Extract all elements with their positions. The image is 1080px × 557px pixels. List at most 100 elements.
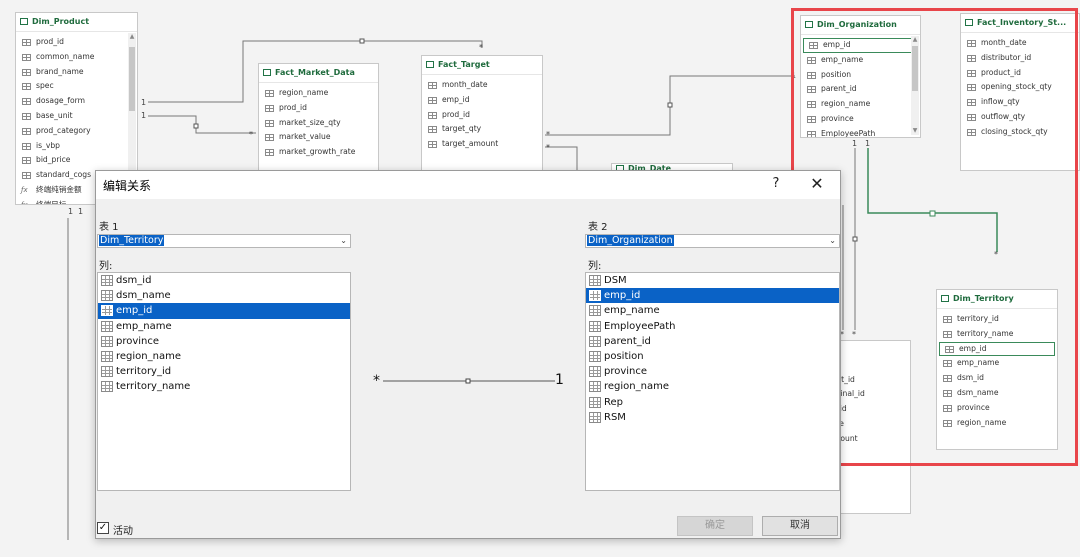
table-field[interactable]: market_value — [259, 130, 378, 145]
column-icon — [428, 111, 437, 119]
field-name: standard_cogs — [36, 170, 92, 180]
column-list-item[interactable]: DSM — [586, 273, 839, 288]
column-icon — [428, 96, 437, 104]
column-list-item[interactable]: province — [98, 334, 350, 349]
field-name: brand_name — [36, 66, 84, 76]
field-name: spec — [36, 81, 54, 91]
column-list-item[interactable]: province — [586, 364, 839, 379]
table1-columns-list[interactable]: dsm_id dsm_name emp_id emp_name province regi… — [97, 272, 351, 491]
table-field[interactable]: common_name — [16, 50, 137, 65]
table-field[interactable]: prod_id — [422, 108, 542, 123]
field-name: 终端目标 — [36, 199, 67, 205]
cardinality-connector — [383, 378, 555, 384]
column-icon — [265, 149, 274, 157]
cardinality-one: 1 — [68, 207, 74, 216]
table-field[interactable]: prod_category — [16, 124, 137, 139]
field-name: prod_id — [36, 37, 64, 46]
chevron-down-icon[interactable]: ⌄ — [829, 235, 836, 247]
column-icon — [589, 290, 601, 302]
column-list-item[interactable]: emp_name — [98, 319, 350, 334]
column-list-item[interactable]: dsm_name — [98, 288, 350, 303]
table-name: Fact_Market_Data — [275, 68, 355, 77]
column-list-item[interactable]: region_name — [586, 379, 839, 394]
table-field[interactable]: region_name — [259, 86, 378, 101]
relationship-line[interactable] — [148, 115, 256, 134]
field-name: emp_id — [442, 94, 470, 104]
table-field[interactable]: month_date — [422, 78, 542, 93]
table2-select[interactable]: Dim_Organization ⌄ — [585, 234, 840, 248]
cancel-button[interactable]: 取消 — [762, 516, 838, 536]
field-name: dosage_form — [36, 96, 86, 106]
relationship-marker — [359, 38, 365, 44]
table-field[interactable]: brand_name — [16, 65, 137, 80]
table-field[interactable]: base_unit — [16, 109, 137, 124]
column-list-item[interactable]: region_name — [98, 349, 350, 364]
table-field[interactable]: market_growth_rate — [259, 145, 378, 160]
scroll-up-icon[interactable]: ▲ — [128, 33, 136, 41]
relationship-marker — [667, 102, 673, 108]
column-name: position — [604, 350, 644, 362]
table2-label: 表 2 — [588, 222, 608, 233]
table-icon — [426, 61, 434, 68]
column-name: RSM — [604, 411, 626, 423]
table-field[interactable]: emp_id — [422, 93, 542, 108]
scroll-thumb[interactable] — [129, 47, 135, 111]
column-icon — [22, 83, 31, 91]
column-list-item[interactable]: EmployeePath — [586, 319, 839, 334]
cardinality-one: 1 — [141, 111, 147, 120]
table-field[interactable]: target_amount — [422, 137, 542, 152]
column-icon — [589, 305, 601, 317]
active-checkbox[interactable]: ✓ — [97, 522, 109, 534]
column-icon — [589, 335, 601, 347]
ok-button[interactable]: 确定 — [677, 516, 753, 536]
cardinality-one: 1 — [141, 98, 147, 107]
column-list-item[interactable]: parent_id — [586, 334, 839, 349]
table-field[interactable]: bid_price — [16, 153, 137, 168]
table-fact-target[interactable]: Fact_Target month_date emp_id prod_id targe… — [421, 55, 543, 173]
column-name: region_name — [116, 350, 181, 362]
model-diagram-canvas[interactable]: 1 1 * * * * 1 1 1 * 1 1 * * Dim_Product … — [0, 0, 1080, 557]
table-field[interactable]: prod_id — [259, 101, 378, 116]
table1-select[interactable]: Dim_Territory ⌄ — [97, 234, 351, 248]
column-list-item[interactable]: emp_name — [586, 303, 839, 318]
column-list-item[interactable]: territory_name — [98, 379, 350, 394]
table-field[interactable]: market_size_qty — [259, 116, 378, 131]
column-list-item[interactable]: emp_id — [98, 303, 350, 319]
column-icon — [265, 119, 274, 127]
table-fact-market-data[interactable]: Fact_Market_Data region_name prod_id marke… — [258, 63, 379, 173]
column-list-item[interactable]: Rep — [586, 395, 839, 410]
table-field[interactable]: spec — [16, 79, 137, 94]
table2-columns-list[interactable]: DSM emp_id emp_name EmployeePath parent_idpo… — [585, 272, 840, 491]
column-icon — [265, 90, 274, 97]
column-icon — [101, 320, 113, 332]
column-list-item[interactable]: position — [586, 349, 839, 364]
field-name: target_qty — [442, 124, 482, 134]
column-icon — [589, 411, 601, 423]
column-name: parent_id — [604, 335, 651, 347]
column-icon — [428, 126, 437, 134]
table-field[interactable]: dosage_form — [16, 94, 137, 109]
column-list-item[interactable]: RSM — [586, 410, 839, 425]
help-icon[interactable]: ? — [769, 176, 783, 192]
relationship-marker — [193, 123, 199, 129]
cardinality-many: * — [249, 130, 253, 139]
column-list-item[interactable]: dsm_id — [98, 273, 350, 288]
measure-icon: ƒx — [21, 200, 28, 205]
column-list-item[interactable]: territory_id — [98, 364, 350, 379]
cardinality-one: 1 — [78, 207, 84, 216]
column-icon — [22, 39, 31, 46]
table-header[interactable]: Fact_Target — [422, 56, 542, 75]
table-field[interactable]: is_vbp — [16, 139, 137, 154]
column-list-item[interactable]: emp_id — [586, 288, 839, 304]
column-icon — [22, 172, 31, 180]
column-icon — [101, 366, 113, 378]
table-header[interactable]: Dim_Product — [16, 13, 137, 32]
table1-value: Dim_Territory — [99, 235, 165, 246]
table-header[interactable]: Fact_Market_Data — [259, 64, 378, 83]
close-icon[interactable]: ✕ — [808, 175, 826, 193]
table-field[interactable]: target_qty — [422, 122, 542, 137]
chevron-down-icon[interactable]: ⌄ — [340, 235, 347, 247]
table-field[interactable]: prod_id — [16, 35, 137, 50]
field-name: target_amount — [442, 139, 499, 149]
field-name: month_date — [442, 80, 488, 89]
